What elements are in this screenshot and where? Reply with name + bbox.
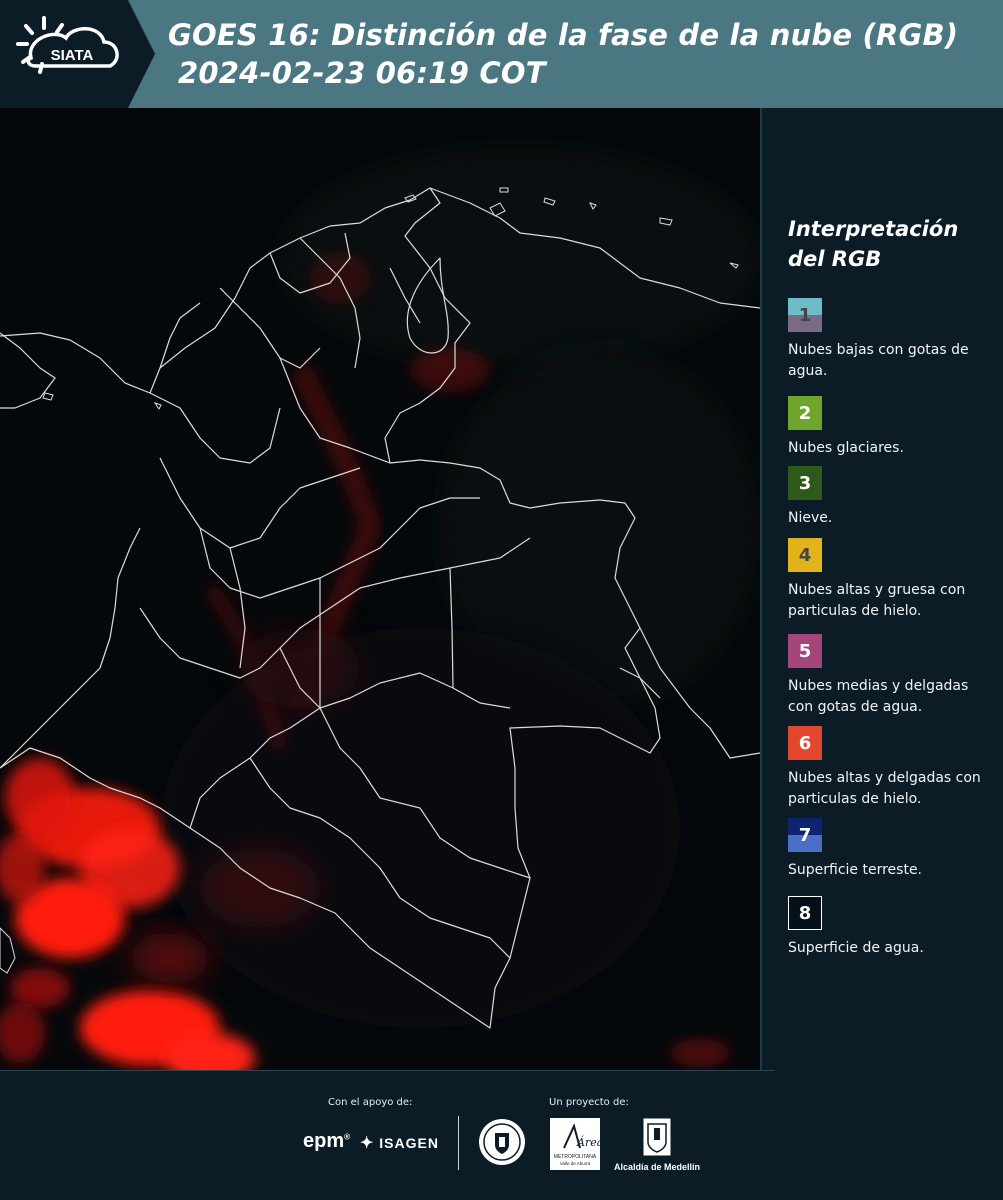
project-label: Un proyecto de:	[549, 1097, 629, 1108]
legend-item-2: 2 Nubes glaciares.	[788, 396, 988, 459]
legend-title: Interpretación del RGB	[788, 217, 959, 271]
legend-swatch-4: 4	[788, 538, 822, 572]
footer-vertical-divider	[458, 1116, 459, 1170]
page-subtitle-datetime: 2024-02-23 06:19 COT	[178, 56, 546, 90]
legend-label: Superficie terreste.	[788, 862, 923, 878]
legend-item-3: 3 Nieve.	[788, 466, 988, 529]
satellite-map[interactable]	[0, 108, 760, 1070]
legend-number: 6	[798, 732, 812, 754]
legend-swatch-7: 7	[788, 818, 822, 852]
rgb-legend: Interpretación del RGB	[788, 214, 988, 288]
legend-number: 7	[798, 824, 812, 846]
legend-number: 3	[798, 472, 812, 494]
legend-item-7: 7 Superficie terreste.	[788, 818, 988, 881]
legend-swatch-3: 3	[788, 466, 822, 500]
alcaldia-logo: Alcaldía de Medellín	[612, 1118, 702, 1172]
legend-swatch-1: 1	[788, 298, 822, 332]
legend-swatch-2: 2	[788, 396, 822, 430]
map-frame-edge	[760, 108, 762, 1070]
legend-label: Nubes altas y delgadas con particulas de…	[788, 770, 981, 807]
svg-text:SIATA: SIATA	[51, 47, 94, 64]
siata-sun-cloud-icon: SIATA	[16, 16, 119, 74]
legend-swatch-6: 6	[788, 726, 822, 760]
legend-number: 1	[798, 304, 812, 326]
legend-label: Nubes glaciares.	[788, 440, 904, 456]
legend-number: 4	[798, 544, 812, 566]
support-label: Con el apoyo de:	[328, 1097, 413, 1108]
legend-number: 5	[798, 640, 812, 662]
footer: Con el apoyo de: Un proyecto de: epm® ✦ …	[0, 1070, 1003, 1200]
legend-label: Nubes altas y gruesa con particulas de h…	[788, 582, 966, 619]
page-title: GOES 16: Distinción de la fase de la nub…	[168, 18, 959, 52]
header-bar: SIATA GOES 16: Distinción de la fase de …	[0, 0, 1003, 108]
epm-logo: epm®	[303, 1130, 351, 1152]
area-metropolitana-logo: Área METROPOLITANA Valle de Aburrá	[550, 1118, 600, 1170]
legend-label: Nubes medias y delgadas con gotas de agu…	[788, 678, 969, 715]
medellin-coat-of-arms-icon	[643, 1118, 671, 1156]
legend-number: 2	[798, 402, 812, 424]
svg-text:Área: Área	[576, 1135, 600, 1149]
legend-number: 8	[798, 902, 812, 924]
university-seal-icon	[479, 1119, 525, 1165]
legend-label: Nubes bajas con gotas de agua.	[788, 342, 969, 379]
legend-item-4: 4 Nubes altas y gruesa con particulas de …	[788, 538, 988, 622]
siata-logo: SIATA	[0, 0, 155, 108]
map-canvas	[0, 108, 760, 1070]
footer-divider	[0, 1070, 775, 1071]
legend-item-6: 6 Nubes altas y delgadas con particulas d…	[788, 726, 988, 810]
legend-swatch-8: 8	[788, 896, 822, 930]
legend-label: Superficie de agua.	[788, 940, 924, 956]
legend-item-1: 1 Nubes bajas con gotas de agua.	[788, 298, 988, 382]
legend-swatch-5: 5	[788, 634, 822, 668]
legend-item-8: 8 Superficie de agua.	[788, 896, 988, 959]
legend-item-5: 5 Nubes medias y delgadas con gotas de ag…	[788, 634, 988, 718]
isagen-logo: ✦ ISAGEN	[360, 1135, 439, 1152]
svg-text:Valle de Aburrá: Valle de Aburrá	[560, 1161, 591, 1166]
legend-label: Nieve.	[788, 510, 833, 526]
svg-text:METROPOLITANA: METROPOLITANA	[554, 1154, 597, 1160]
